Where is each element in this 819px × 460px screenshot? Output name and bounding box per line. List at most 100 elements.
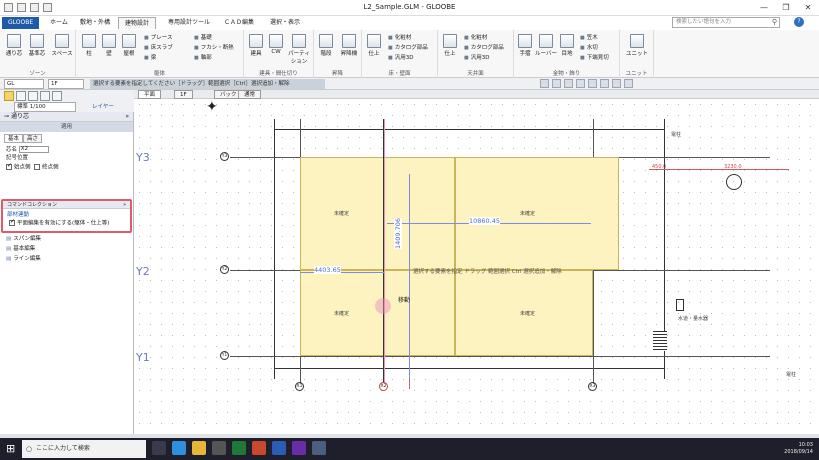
system-clock[interactable]: 10:03 2018/09/14 xyxy=(784,442,813,456)
line-tool[interactable] xyxy=(40,91,50,101)
room-lower-left[interactable] xyxy=(300,270,455,356)
pan-icon[interactable] xyxy=(564,79,573,88)
cross-tool[interactable] xyxy=(16,91,26,101)
task-view-icon[interactable] xyxy=(152,441,166,455)
stairs-button[interactable]: 階段 xyxy=(316,34,336,57)
grid-line-button[interactable]: 通り芯 xyxy=(4,34,24,57)
floor-select[interactable]: GL xyxy=(4,79,44,89)
wall-button[interactable]: 壁 xyxy=(100,34,118,57)
tab-plan[interactable]: 平面 xyxy=(138,90,162,99)
handrail-button[interactable]: 手摺 xyxy=(516,34,534,57)
framing-button[interactable]: 軸部 xyxy=(194,53,212,61)
louver-button[interactable]: ルーバー xyxy=(534,34,558,57)
edge-icon[interactable] xyxy=(172,441,186,455)
tab-site[interactable]: 敷地・外構 xyxy=(74,17,116,29)
coping-button[interactable]: 笠木 xyxy=(580,33,598,41)
taskbar-search-input[interactable]: ここに入力して検索 xyxy=(22,440,146,458)
layer-button[interactable]: レイヤー xyxy=(92,102,114,110)
help-icon[interactable]: ? xyxy=(794,17,804,27)
undo-icon[interactable] xyxy=(576,79,585,88)
excel-icon[interactable] xyxy=(232,441,246,455)
joint-button[interactable]: 目地 xyxy=(558,34,576,57)
explorer-icon[interactable] xyxy=(192,441,206,455)
grid-line-x2-selected[interactable] xyxy=(384,119,385,389)
ceiling-decor-button[interactable]: 化粧材 xyxy=(464,33,488,41)
span-edit-item[interactable]: スパン編集 xyxy=(0,234,133,244)
utility-pole-symbol[interactable] xyxy=(726,174,742,190)
tab-height[interactable]: 高さ xyxy=(23,134,43,143)
word-icon[interactable] xyxy=(272,441,286,455)
tab-floor[interactable]: 1F xyxy=(174,90,193,99)
move-handle[interactable] xyxy=(375,298,391,314)
apply-button[interactable]: 適用 xyxy=(0,122,133,132)
drawing-canvas[interactable]: Y3 Y2 Y1 未確定 未確定 未確定 未確定 10860.45 4403.6… xyxy=(134,99,819,434)
curtain-wall-button[interactable]: CW xyxy=(267,34,285,55)
partition-button[interactable]: パーティション xyxy=(286,34,312,65)
grid-name-input[interactable]: X2 xyxy=(18,146,49,153)
drip-button[interactable]: 水切 xyxy=(580,43,598,51)
minimize-button[interactable]: — xyxy=(753,0,775,16)
redo-icon[interactable] xyxy=(588,79,597,88)
roof-button[interactable]: 屋根 xyxy=(120,34,138,57)
gloobe-icon[interactable] xyxy=(312,441,326,455)
reference-line-button[interactable]: 基準芯 xyxy=(26,34,48,57)
snap-icon[interactable] xyxy=(540,79,549,88)
search-input[interactable]: 検索したい語句を入力 ⚲ xyxy=(672,17,780,28)
settings-icon[interactable] xyxy=(624,79,633,88)
tab-cad-edit[interactable]: ＣＡＤ編集 xyxy=(218,17,260,29)
pick-tool[interactable] xyxy=(28,91,38,101)
stair-symbol[interactable] xyxy=(653,331,667,351)
insulation-button[interactable]: フカシ・断熱 xyxy=(194,43,234,51)
bottom-trim-button[interactable]: 下端見切 xyxy=(580,53,609,61)
grid-bubble-y1[interactable]: Y1 xyxy=(220,351,229,360)
store-icon[interactable] xyxy=(212,441,226,455)
tab-building-design[interactable]: 建物設計 xyxy=(118,17,157,29)
column-button[interactable]: 柱 xyxy=(80,34,98,57)
windows-start-icon[interactable]: ⊞ xyxy=(6,443,17,454)
powerpoint-icon[interactable] xyxy=(252,441,266,455)
floor-slab-button[interactable]: 床スラブ xyxy=(144,43,173,51)
space-button[interactable]: スペース xyxy=(50,34,74,57)
room-upper-left[interactable] xyxy=(300,157,455,270)
search-icon[interactable]: ⚲ xyxy=(772,18,777,27)
ceiling-catalog-button[interactable]: カタログ部品 xyxy=(464,43,504,51)
ceiling-generic3d-button[interactable]: 汎用3D xyxy=(464,53,490,61)
floor-decor-button[interactable]: 化粧材 xyxy=(388,33,412,41)
display-icon[interactable] xyxy=(612,79,621,88)
ceiling-finish-button[interactable]: 仕上 xyxy=(440,34,460,57)
grid-bubble-y3[interactable]: Y3 xyxy=(220,152,229,161)
collapse-icon[interactable]: » xyxy=(125,112,129,122)
grid-bubble-x2[interactable]: X2 xyxy=(379,382,388,391)
tab-special-tools[interactable]: 専用設計ツール xyxy=(162,17,216,29)
fitting-button[interactable]: 建具 xyxy=(246,34,266,57)
close-button[interactable]: ✕ xyxy=(797,0,819,16)
beam-button[interactable]: 梁 xyxy=(144,53,157,61)
select-tool[interactable] xyxy=(4,91,14,101)
floor-finish-button[interactable]: 仕上 xyxy=(364,34,384,57)
floor-generic3d-button[interactable]: 汎用3D xyxy=(388,53,414,61)
tab-home[interactable]: ホーム xyxy=(44,17,74,29)
end-checkbox[interactable] xyxy=(34,164,41,170)
tab-basic[interactable]: 基本 xyxy=(4,134,24,143)
grid-bubble-y2[interactable]: Y2 xyxy=(220,265,229,274)
light-icon[interactable] xyxy=(600,79,609,88)
tab-app[interactable]: GLOOBE xyxy=(2,17,40,29)
start-checkbox[interactable] xyxy=(6,162,12,170)
zoom-icon[interactable] xyxy=(552,79,561,88)
maximize-button[interactable]: ❐ xyxy=(775,0,797,16)
water-meter-symbol[interactable] xyxy=(676,299,684,311)
collapse-icon[interactable]: » xyxy=(123,201,126,209)
elevator-button[interactable]: 昇降機 xyxy=(338,34,360,57)
grid-bubble-x1[interactable]: X1 xyxy=(295,382,304,391)
jw-cad-icon[interactable] xyxy=(292,441,306,455)
foundation-button[interactable]: 基礎 xyxy=(194,33,212,41)
unit-button[interactable]: ユニット xyxy=(624,34,650,57)
scale-select[interactable]: 標準 1/100 xyxy=(14,102,76,112)
plan-edit-checkbox[interactable] xyxy=(9,218,15,226)
grid-tool[interactable] xyxy=(52,91,62,101)
tab-select-view[interactable]: 選択・表示 xyxy=(264,17,306,29)
level-select[interactable]: 1F xyxy=(48,79,84,89)
grid-bubble-x3[interactable]: X3 xyxy=(588,382,597,391)
basic-edit-item[interactable]: 基本編集 xyxy=(0,244,133,254)
brace-button[interactable]: ブレース xyxy=(144,33,173,41)
